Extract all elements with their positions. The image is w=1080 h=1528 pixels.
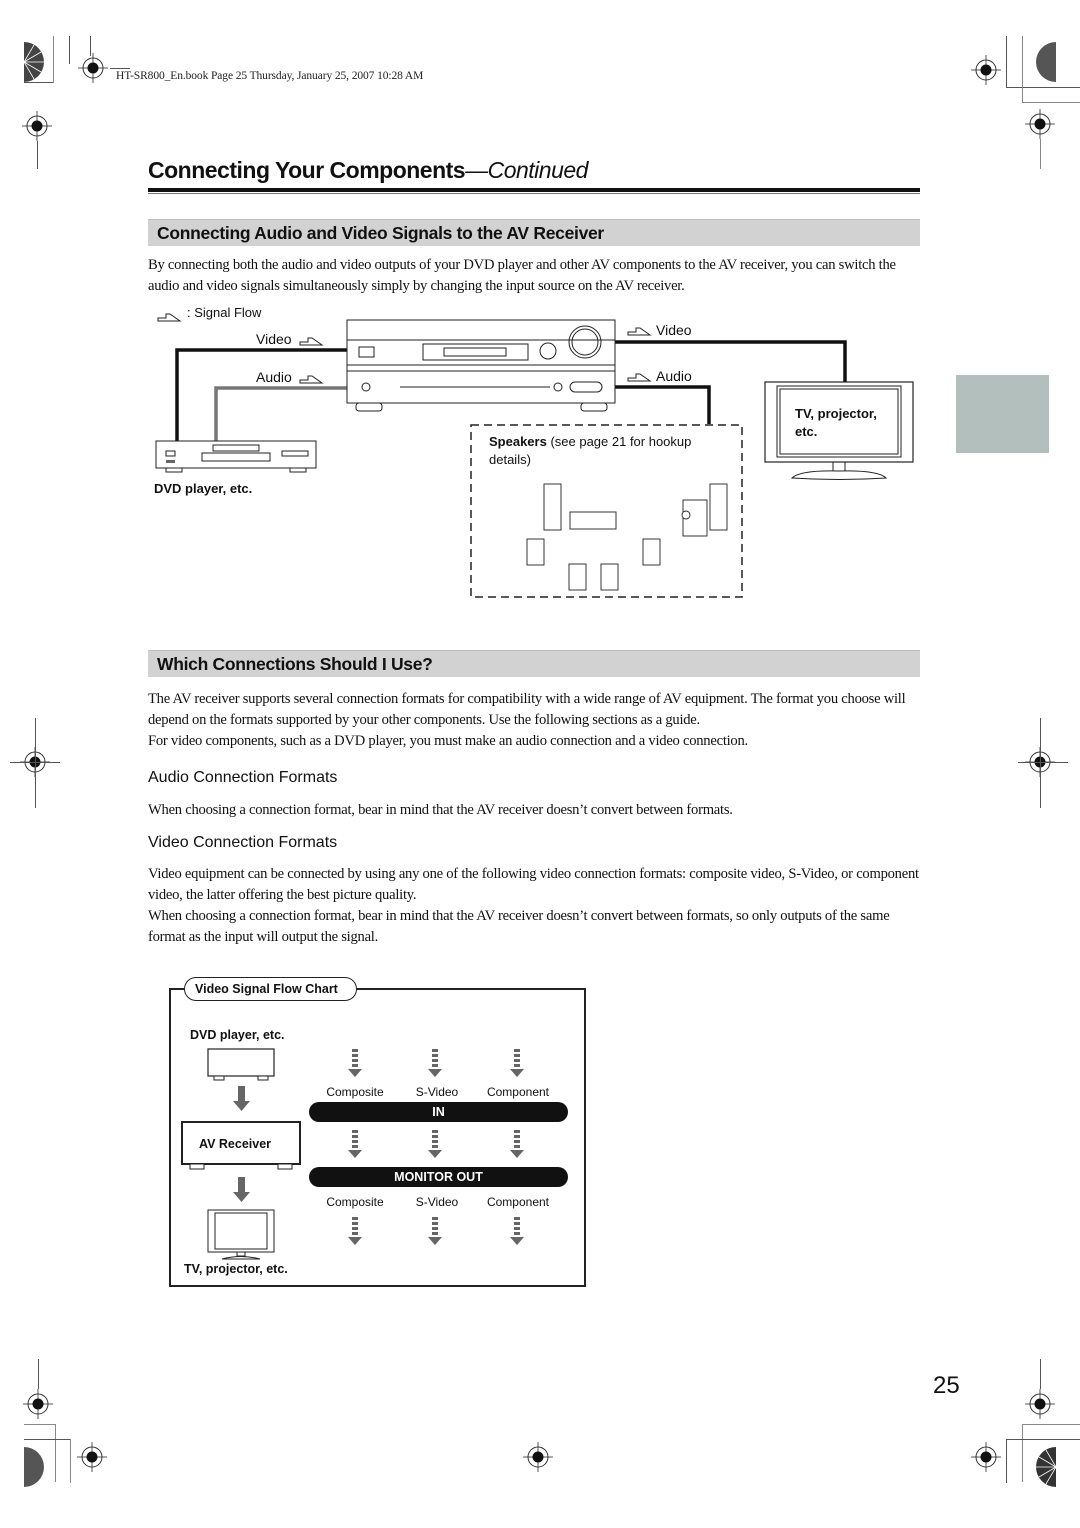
audio-formats-text: When choosing a connection format, bear … — [148, 802, 733, 818]
registration-mark-icon — [523, 1442, 553, 1472]
dashed-flow-arrow-icon — [428, 1049, 442, 1077]
video-cable-in — [175, 348, 348, 441]
flow-display-label: TV, projector, etc. — [184, 1262, 288, 1276]
registration-mark-icon — [77, 1442, 107, 1472]
dashed-flow-arrow-icon — [428, 1130, 442, 1158]
dvd-player-icon — [155, 440, 317, 473]
flow-arrow-icon — [233, 1086, 250, 1111]
video-formats-text: Video equipment can be connected by usin… — [148, 866, 919, 903]
color-registration-wheel-icon — [24, 42, 44, 82]
registration-mark-icon — [78, 53, 108, 83]
page-title-main: Connecting Your Components — [148, 157, 466, 183]
registration-mark-icon — [1025, 109, 1055, 139]
video-formats-heading: Video Connection Formats — [148, 834, 338, 851]
speakers-icon — [526, 483, 728, 591]
speakers-label: Speakers — [489, 434, 547, 449]
tv-label: TV, projector, etc. — [795, 406, 877, 439]
in-terminal-bar: IN — [309, 1102, 568, 1122]
registration-mark-icon — [22, 111, 52, 141]
in-format-s-video: S-Video — [415, 1085, 459, 1099]
dashed-flow-arrow-icon — [348, 1130, 362, 1158]
chapter-side-tab — [956, 375, 1049, 453]
audio-formats-heading: Audio Connection Formats — [148, 769, 338, 786]
signal-flow-arrow-icon — [157, 313, 182, 322]
signal-flow-arrow-icon — [299, 337, 324, 346]
registration-mark-icon — [23, 1389, 53, 1419]
tv-icon — [207, 1209, 275, 1260]
color-registration-wheel-icon — [1036, 1447, 1056, 1487]
registration-mark-icon — [971, 55, 1001, 85]
video-cable-out — [615, 340, 847, 382]
dashed-flow-arrow-icon — [428, 1217, 442, 1245]
flow-chart-title: Video Signal Flow Chart — [184, 977, 357, 1001]
signal-flow-legend: : Signal Flow — [187, 305, 262, 320]
intro-paragraph: By connecting both the audio and video o… — [148, 257, 896, 294]
out-format-s-video: S-Video — [415, 1195, 459, 1209]
page-title-suffix: —Continued — [465, 157, 588, 183]
section-heading: Which Connections Should I Use? — [157, 654, 433, 674]
audio-cable-out — [615, 385, 711, 424]
video-input-label: Video — [256, 331, 292, 347]
print-book-line: HT-SR800_En.book Page 25 Thursday, Janua… — [116, 70, 424, 82]
in-format-composite: Composite — [326, 1085, 384, 1099]
audio-cable-in — [214, 386, 348, 441]
video-components-paragraph: For video components, such as a DVD play… — [148, 733, 748, 749]
dvd-player-label: DVD player, etc. — [154, 481, 253, 496]
signal-flow-arrow-icon — [627, 327, 652, 336]
audio-input-label: Audio — [256, 369, 292, 385]
flow-arrow-icon — [233, 1177, 250, 1202]
dashed-flow-arrow-icon — [510, 1049, 524, 1077]
section-heading-bar: Which Connections Should I Use? — [148, 650, 920, 677]
page-number: 25 — [933, 1372, 960, 1399]
audio-output-label: Audio — [656, 368, 692, 384]
page-title: Connecting Your Components—Continued — [148, 157, 588, 184]
color-registration-wheel-icon — [24, 1447, 44, 1487]
dashed-flow-arrow-icon — [348, 1049, 362, 1077]
section-heading-bar: Connecting Audio and Video Signals to th… — [148, 219, 920, 246]
video-formats-note: When choosing a connection format, bear … — [148, 908, 890, 945]
signal-flow-arrow-icon — [627, 373, 652, 382]
speakers-note: Speakers (see page 21 for hookup details… — [489, 433, 729, 469]
monitor-out-bar: MONITOR OUT — [309, 1167, 568, 1187]
dashed-flow-arrow-icon — [348, 1217, 362, 1245]
section-heading: Connecting Audio and Video Signals to th… — [157, 223, 604, 243]
in-format-component: Component — [486, 1085, 550, 1099]
av-receiver-icon — [346, 319, 616, 412]
out-format-composite: Composite — [326, 1195, 384, 1209]
dashed-flow-arrow-icon — [510, 1130, 524, 1158]
signal-flow-arrow-icon — [299, 375, 324, 384]
video-output-label: Video — [656, 322, 692, 338]
dashed-flow-arrow-icon — [510, 1217, 524, 1245]
color-registration-wheel-icon — [1036, 42, 1056, 82]
formats-paragraph: The AV receiver supports several connect… — [148, 691, 906, 728]
dvd-player-icon — [207, 1048, 275, 1081]
title-rule — [148, 188, 920, 192]
registration-mark-icon — [1025, 1389, 1055, 1419]
title-rule-thin — [148, 193, 920, 194]
receiver-label: AV Receiver — [199, 1137, 272, 1151]
registration-mark-icon — [971, 1442, 1001, 1472]
out-format-component: Component — [486, 1195, 550, 1209]
